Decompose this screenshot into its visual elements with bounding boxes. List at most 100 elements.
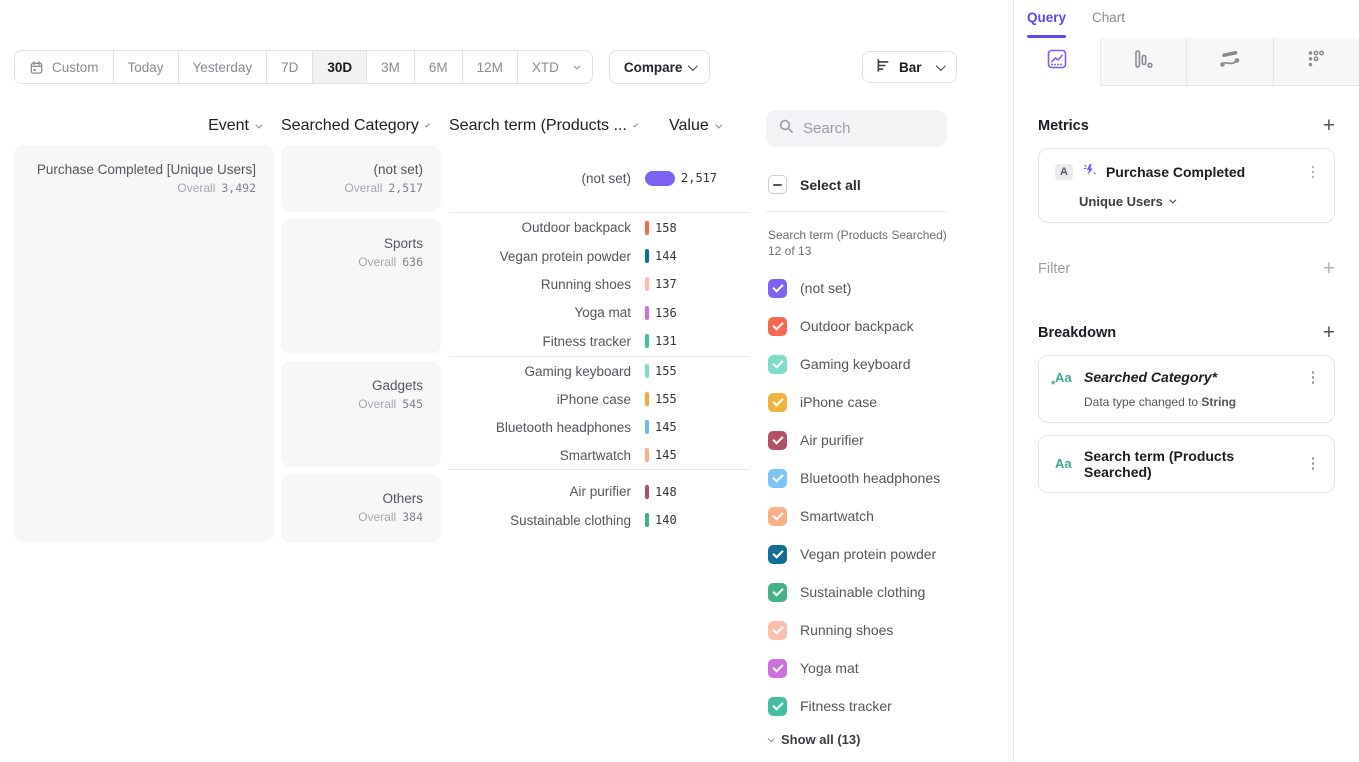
term-label: Gaming keyboard xyxy=(449,364,645,379)
legend-item[interactable]: iPhone case xyxy=(768,383,940,421)
add-breakdown-button[interactable]: + xyxy=(1323,326,1335,340)
value-text: 158 xyxy=(655,221,677,235)
chevron-down-icon xyxy=(768,735,775,742)
checked-checkbox-icon xyxy=(768,659,787,678)
checked-checkbox-icon xyxy=(768,393,787,412)
term-row[interactable]: Outdoor backpack158 xyxy=(449,214,749,242)
column-header-label: Search term (Products ... xyxy=(449,117,627,135)
add-metric-button[interactable]: + xyxy=(1323,119,1335,133)
value-bar xyxy=(645,221,649,235)
column-header-value[interactable]: Value xyxy=(669,117,739,135)
term-row[interactable]: (not set)2,517 xyxy=(449,164,749,192)
select-all-checkbox[interactable]: Select all xyxy=(768,175,861,194)
legend-item[interactable]: Gaming keyboard xyxy=(768,345,940,383)
term-row[interactable]: Bluetooth headphones 145 xyxy=(449,413,749,441)
legend-item[interactable]: Outdoor backpack xyxy=(768,307,940,345)
column-header-event[interactable]: Event xyxy=(14,117,260,135)
legend-list: (not set)Outdoor backpack Gaming keyboard… xyxy=(768,269,940,725)
date-range-3m[interactable]: 3M xyxy=(366,51,414,83)
legend-item[interactable]: Smartwatch xyxy=(768,497,940,535)
chart-type-dropdown[interactable]: Bar xyxy=(862,51,957,83)
report-tab-funnels[interactable] xyxy=(1100,38,1187,86)
category-overall-value: 636 xyxy=(402,255,423,269)
checked-checkbox-icon xyxy=(768,469,787,488)
date-range-30d[interactable]: 30D xyxy=(312,51,366,83)
metric-menu-button[interactable] xyxy=(1308,164,1319,181)
value-bar xyxy=(645,513,649,527)
add-filter-button[interactable]: + xyxy=(1323,262,1335,276)
date-range-label: 6M xyxy=(429,60,448,75)
date-range-6m[interactable]: 6M xyxy=(414,51,462,83)
search-input[interactable] xyxy=(803,120,933,137)
event-overall-value: 3,492 xyxy=(221,181,256,195)
retention-dots-icon xyxy=(1304,47,1328,76)
term-row[interactable]: Yoga mat136 xyxy=(449,299,749,327)
term-row[interactable]: Air purifier148 xyxy=(449,478,749,506)
compare-button[interactable]: Compare xyxy=(609,50,711,84)
metric-card[interactable]: A Purchase Completed Unique Users xyxy=(1038,148,1335,223)
breakdown-card-search-term[interactable]: Aa Search term (Products Searched) xyxy=(1038,435,1335,493)
legend-item[interactable]: Sustainable clothing xyxy=(768,573,940,611)
column-header-searched-category[interactable]: Searched Category xyxy=(281,117,427,135)
term-row[interactable]: Smartwatch145 xyxy=(449,441,749,469)
term-row[interactable]: Running shoes137 xyxy=(449,270,749,298)
date-range-xtd[interactable]: XTD xyxy=(517,51,592,83)
legend-item-label: Gaming keyboard xyxy=(800,356,911,372)
term-label: Air purifier xyxy=(449,484,645,499)
metric-event-name: Purchase Completed xyxy=(1106,164,1299,180)
term-row[interactable]: Fitness tracker131 xyxy=(449,327,749,355)
term-label: Bluetooth headphones xyxy=(449,420,645,435)
legend-item[interactable]: Air purifier xyxy=(768,421,940,459)
date-range-label: 12M xyxy=(477,60,503,75)
legend-item[interactable]: Fitness tracker xyxy=(768,687,940,725)
term-row[interactable]: Sustainable clothing140 xyxy=(449,506,749,534)
value-bar xyxy=(645,334,649,348)
report-type-strip xyxy=(1014,38,1359,86)
measure-dropdown[interactable]: Unique Users xyxy=(1055,194,1318,209)
date-range-custom[interactable]: Custom xyxy=(15,51,113,83)
event-zap-icon xyxy=(1082,162,1097,182)
show-all-button[interactable]: Show all (13) xyxy=(768,732,860,747)
tab-chart[interactable]: Chart xyxy=(1092,10,1125,38)
date-range-12m[interactable]: 12M xyxy=(462,51,517,83)
breakdown-card-searched-category[interactable]: Aa Searched Category* Data type changed … xyxy=(1038,355,1335,423)
report-tab-retention[interactable] xyxy=(1273,38,1359,86)
chevron-down-icon xyxy=(633,122,638,127)
report-tab-flows[interactable] xyxy=(1186,38,1273,86)
column-header-search-term[interactable]: Search term (Products ... xyxy=(449,117,635,135)
date-range-yesterday[interactable]: Yesterday xyxy=(178,51,267,83)
value-text: 145 xyxy=(655,420,677,434)
legend-item[interactable]: Bluetooth headphones xyxy=(768,459,940,497)
calendar-icon xyxy=(29,60,44,75)
date-range-label: 7D xyxy=(281,60,298,75)
date-range-toolbar: CustomTodayYesterday 7D 30D3M 6M 12M XTD Comp… xyxy=(14,50,710,84)
overall-label: Overall xyxy=(358,510,396,524)
term-group: (not set)2,517 xyxy=(449,145,749,213)
legend-search-box[interactable] xyxy=(766,110,947,147)
legend-item[interactable]: Yoga mat xyxy=(768,649,940,687)
funnel-bars-icon xyxy=(1131,47,1155,76)
category-cell: (not set)Overall2,517 xyxy=(281,145,441,212)
searched-category-column: (not set)Overall2,517SportsOverall636Gad… xyxy=(281,145,441,550)
term-row[interactable]: Vegan protein powder144 xyxy=(449,242,749,270)
term-group: Air purifier148Sustainable clothing140 xyxy=(449,470,749,542)
breakdown-menu-button[interactable] xyxy=(1308,369,1319,386)
legend-item[interactable]: Running shoes xyxy=(768,611,940,649)
checked-checkbox-icon xyxy=(768,431,787,450)
breakdown-note: Data type changed to String xyxy=(1055,395,1318,409)
value-text: 155 xyxy=(655,364,677,378)
overall-label: Overall xyxy=(358,255,396,269)
date-range-today[interactable]: Today xyxy=(113,51,178,83)
legend-item[interactable]: Vegan protein powder xyxy=(768,535,940,573)
filter-section-title: Filter xyxy=(1038,261,1070,277)
compare-label: Compare xyxy=(624,60,683,75)
term-row[interactable]: Gaming keyboard 155 xyxy=(449,357,749,385)
date-range-7d[interactable]: 7D xyxy=(266,51,312,83)
breakdown-menu-button[interactable] xyxy=(1308,455,1319,472)
date-range-label: XTD xyxy=(532,60,559,75)
tab-query[interactable]: Query xyxy=(1027,10,1066,38)
report-tab-insights[interactable] xyxy=(1014,38,1100,86)
term-row[interactable]: iPhone case155 xyxy=(449,385,749,413)
category-overall-value: 2,517 xyxy=(388,181,423,195)
legend-item[interactable]: (not set) xyxy=(768,269,940,307)
